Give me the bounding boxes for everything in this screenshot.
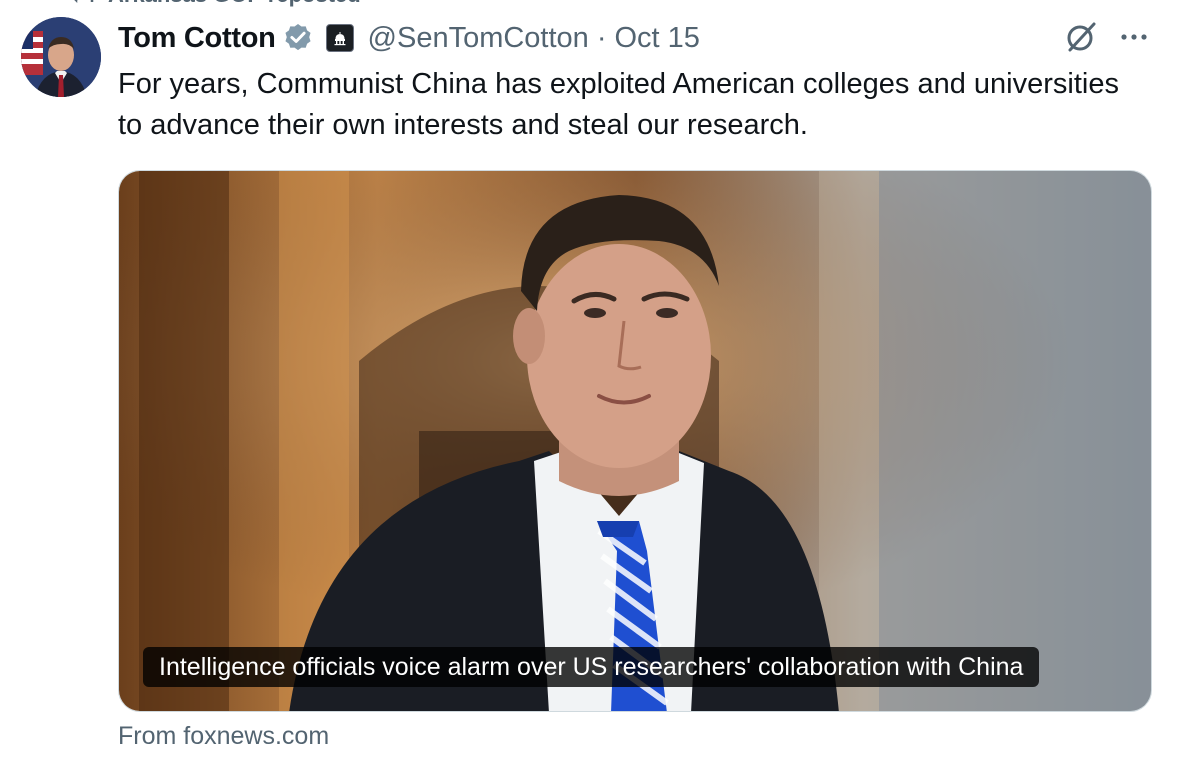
card-image bbox=[119, 171, 1151, 711]
repost-icon bbox=[74, 0, 94, 4]
grok-icon[interactable] bbox=[1062, 18, 1100, 56]
separator-dot: · bbox=[596, 21, 607, 54]
link-card[interactable]: Intelligence officials voice alarm over … bbox=[118, 170, 1152, 712]
post-date[interactable]: Oct 15 bbox=[614, 22, 699, 55]
repost-header[interactable]: Arkansas GOP reposted bbox=[70, 0, 361, 8]
author-handle[interactable]: @SenTomCotton bbox=[368, 22, 589, 55]
tweet-header: Tom Cotton @SenTomCotton · Oct 15 bbox=[118, 16, 700, 60]
avatar[interactable] bbox=[21, 17, 101, 97]
avatar-photo bbox=[21, 17, 101, 97]
card-source[interactable]: From foxnews.com bbox=[118, 722, 329, 751]
verified-icon[interactable] bbox=[282, 22, 314, 54]
author-name[interactable]: Tom Cotton bbox=[118, 22, 276, 55]
tweet-text: For years, Communist China has exploited… bbox=[118, 68, 1119, 141]
repost-label: Arkansas GOP reposted bbox=[108, 0, 361, 8]
more-icon[interactable] bbox=[1116, 22, 1152, 52]
card-caption: Intelligence officials voice alarm over … bbox=[143, 647, 1040, 687]
government-building-icon[interactable] bbox=[325, 24, 354, 52]
capitol-dome-icon bbox=[334, 32, 346, 46]
